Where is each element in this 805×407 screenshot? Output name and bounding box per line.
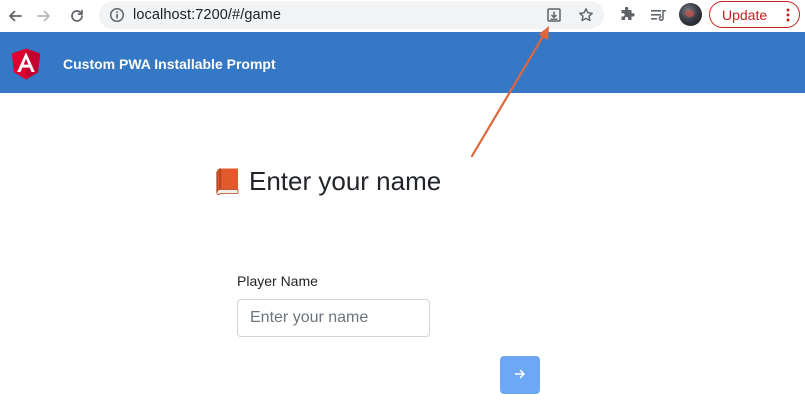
page-heading: Enter your name [214,165,441,197]
forward-icon[interactable] [31,3,57,29]
reload-icon[interactable] [64,3,90,29]
update-label: Update [722,7,768,23]
browser-toolbar: localhost:7200/#/game Update [0,0,805,32]
player-name-label: Player Name [237,273,318,289]
reading-list-icon[interactable] [647,4,669,26]
arrow-right-icon [514,368,526,383]
heading-text: Enter your name [249,165,442,196]
player-name-input[interactable] [237,299,430,337]
profile-avatar[interactable] [679,3,702,26]
url-text[interactable]: localhost:7200/#/game [133,7,281,23]
bookmark-star-icon[interactable] [577,6,595,24]
extensions-icon[interactable] [616,4,638,26]
update-button[interactable]: Update [709,1,800,28]
angular-logo [11,48,41,80]
install-app-icon[interactable] [545,6,563,24]
more-menu-icon[interactable] [786,8,790,22]
app-title: Custom PWA Installable Prompt [63,56,276,72]
book-emoji-icon [214,167,241,195]
app-header: Custom PWA Installable Prompt [0,32,805,93]
site-info-icon[interactable] [109,7,125,23]
address-bar[interactable]: localhost:7200/#/game [99,1,604,29]
submit-button[interactable] [500,356,540,394]
back-icon[interactable] [2,3,28,29]
